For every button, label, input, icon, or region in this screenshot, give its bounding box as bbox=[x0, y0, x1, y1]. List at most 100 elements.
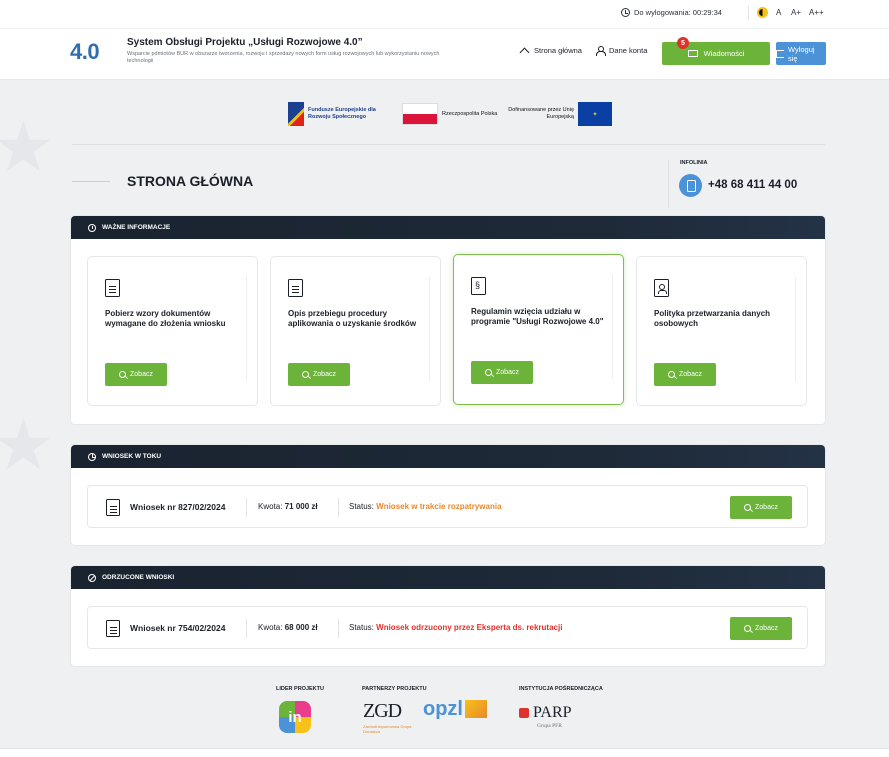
fe-logo-icon bbox=[288, 102, 304, 126]
view-button[interactable]: Zobacz bbox=[654, 363, 716, 386]
font-size-xlarge[interactable]: A++ bbox=[809, 8, 824, 17]
document-icon bbox=[106, 499, 120, 516]
view-button[interactable]: Zobacz bbox=[105, 363, 167, 386]
user-icon bbox=[596, 46, 606, 56]
logout-button[interactable]: Wyloguj się bbox=[776, 42, 826, 65]
application-number: Wniosek nr 827/02/2024 bbox=[130, 502, 226, 512]
panel-header: ODRZUCONE WNIOSKI bbox=[71, 566, 825, 589]
application-amount: Kwota: 71 000 zł bbox=[258, 502, 318, 511]
document-icon bbox=[106, 620, 120, 637]
parp-mark-icon bbox=[519, 708, 529, 718]
card-text: Pobierz wzory dokumentów wymagane do zło… bbox=[105, 309, 226, 328]
person-document-icon bbox=[654, 279, 669, 297]
logo-text: 4.0 bbox=[70, 39, 100, 64]
card-text: Polityka przetwarzania danych osobowych bbox=[654, 309, 771, 328]
amount-value: 68 000 zł bbox=[284, 623, 318, 632]
status-value: Wniosek w trakcie rozpatrywania bbox=[376, 502, 502, 511]
nav-home[interactable]: Strona główna bbox=[520, 46, 582, 55]
application-status: Status: Wniosek odrzucony przez Eksperta… bbox=[349, 623, 562, 632]
view-button-label: Zobacz bbox=[755, 625, 778, 632]
panel-title: WNIOSEK W TOKU bbox=[102, 453, 162, 460]
ban-icon bbox=[88, 573, 96, 582]
header: 4.0 System Obsługi Projektu „Usługi Rozw… bbox=[0, 28, 889, 80]
institution-label: INSTYTUCJA POŚREDNICZĄCA bbox=[519, 686, 603, 692]
amount-label: Kwota: bbox=[258, 623, 283, 632]
paragraph-document-icon bbox=[471, 277, 486, 295]
panel-title: ODRZUCONE WNIOSKI bbox=[102, 574, 175, 581]
search-icon bbox=[302, 371, 310, 378]
title-accent-line bbox=[72, 181, 110, 182]
divider bbox=[748, 6, 749, 20]
view-application-button[interactable]: Zobacz bbox=[730, 617, 792, 640]
info-card-procedure: Opis przebiegu procedury aplikowania o u… bbox=[270, 256, 441, 406]
view-button-label: Zobacz bbox=[679, 371, 702, 378]
clock-icon bbox=[88, 452, 96, 461]
leader-logo[interactable]: in bbox=[279, 701, 311, 733]
panel-header: WAŻNE INFORMACJE bbox=[71, 216, 825, 239]
messages-count-badge: 5 bbox=[677, 37, 689, 49]
page-title: STRONA GŁÓWNA bbox=[127, 173, 254, 189]
logo[interactable]: 4.0 bbox=[70, 39, 100, 65]
helpline-number[interactable]: +48 68 411 44 00 bbox=[708, 179, 797, 191]
important-info-panel: WAŻNE INFORMACJE Pobierz wzory dokumentó… bbox=[71, 216, 825, 424]
messages-label: Wiadomości bbox=[703, 49, 745, 58]
font-size-large[interactable]: A+ bbox=[791, 8, 801, 17]
zgd-logo-subtitle: Zachodniopomorska Grupa Doradcza bbox=[363, 724, 412, 734]
utility-bar: Do wylogowania: 00:29:34 A A+ A++ bbox=[0, 0, 889, 28]
rejected-panel: ODRZUCONE WNIOSKI Wniosek nr 754/02/2024… bbox=[71, 566, 825, 666]
parp-subtitle: Grupa PFR bbox=[537, 723, 562, 729]
nav-account[interactable]: Dane konta bbox=[596, 46, 648, 56]
search-icon bbox=[744, 625, 752, 632]
card-text: Opis przebiegu procedury aplikowania o u… bbox=[288, 309, 417, 328]
divider bbox=[246, 498, 247, 517]
divider bbox=[795, 277, 796, 381]
opzl-logo[interactable]: opzl bbox=[423, 698, 463, 721]
divider bbox=[668, 160, 669, 208]
info-card-documents: Pobierz wzory dokumentów wymagane do zło… bbox=[87, 256, 258, 406]
divider bbox=[338, 498, 339, 517]
search-icon bbox=[485, 369, 493, 376]
amount-value: 71 000 zł bbox=[284, 502, 318, 511]
divider bbox=[246, 277, 247, 381]
decorative-star-icon: ★ bbox=[0, 108, 55, 186]
search-icon bbox=[119, 371, 127, 378]
parp-logo[interactable]: PARP bbox=[519, 704, 572, 722]
mail-icon bbox=[687, 50, 698, 57]
session-timer-label: Do wylogowania: 00:29:34 bbox=[634, 8, 722, 17]
rp-label: Rzeczpospolita Polska bbox=[442, 110, 498, 117]
contrast-toggle-icon[interactable] bbox=[757, 7, 768, 18]
funding-logos: Fundusze Europejskie dla Rozwoju Społecz… bbox=[288, 100, 612, 128]
view-button[interactable]: Zobacz bbox=[471, 361, 533, 384]
zgd-logo[interactable]: ZGD bbox=[363, 700, 402, 723]
amount-label: Kwota: bbox=[258, 502, 283, 511]
home-icon bbox=[520, 47, 529, 55]
divider bbox=[72, 144, 825, 145]
view-button-label: Zobacz bbox=[130, 371, 153, 378]
logout-label: Wyloguj się bbox=[787, 44, 815, 63]
nav-account-label: Dane konta bbox=[609, 46, 648, 55]
divider bbox=[246, 619, 247, 638]
in-progress-panel: WNIOSEK W TOKU Wniosek nr 827/02/2024 Kw… bbox=[71, 445, 825, 545]
application-row: Wniosek nr 754/02/2024 Kwota: 68 000 zł … bbox=[87, 606, 808, 649]
messages-button[interactable]: 5 Wiadomości bbox=[662, 37, 770, 65]
session-timer: Do wylogowania: 00:29:34 bbox=[621, 8, 722, 17]
decorative-star-icon: ★ bbox=[0, 406, 55, 484]
view-application-button[interactable]: Zobacz bbox=[730, 496, 792, 519]
nav-home-label: Strona główna bbox=[534, 46, 582, 55]
leader-label: LIDER PROJEKTU bbox=[276, 686, 324, 692]
phone-icon bbox=[679, 174, 702, 197]
card-text: Regulamin wzięcia udziału w programie "U… bbox=[471, 307, 604, 326]
font-size-normal[interactable]: A bbox=[776, 8, 781, 17]
fe-label: Fundusze Europejskie dla Rozwoju Społecz… bbox=[308, 107, 376, 120]
panel-title: WAŻNE INFORMACJE bbox=[102, 224, 171, 231]
view-button[interactable]: Zobacz bbox=[288, 363, 350, 386]
search-icon bbox=[668, 371, 676, 378]
search-icon bbox=[744, 504, 752, 511]
view-button-label: Zobacz bbox=[313, 371, 336, 378]
status-value: Wniosek odrzucony przez Eksperta ds. rek… bbox=[376, 623, 563, 632]
divider bbox=[338, 619, 339, 638]
document-icon bbox=[288, 279, 303, 297]
status-label: Status: bbox=[349, 502, 374, 511]
view-button-label: Zobacz bbox=[755, 504, 778, 511]
opzl-logo-mark-icon bbox=[465, 700, 487, 718]
